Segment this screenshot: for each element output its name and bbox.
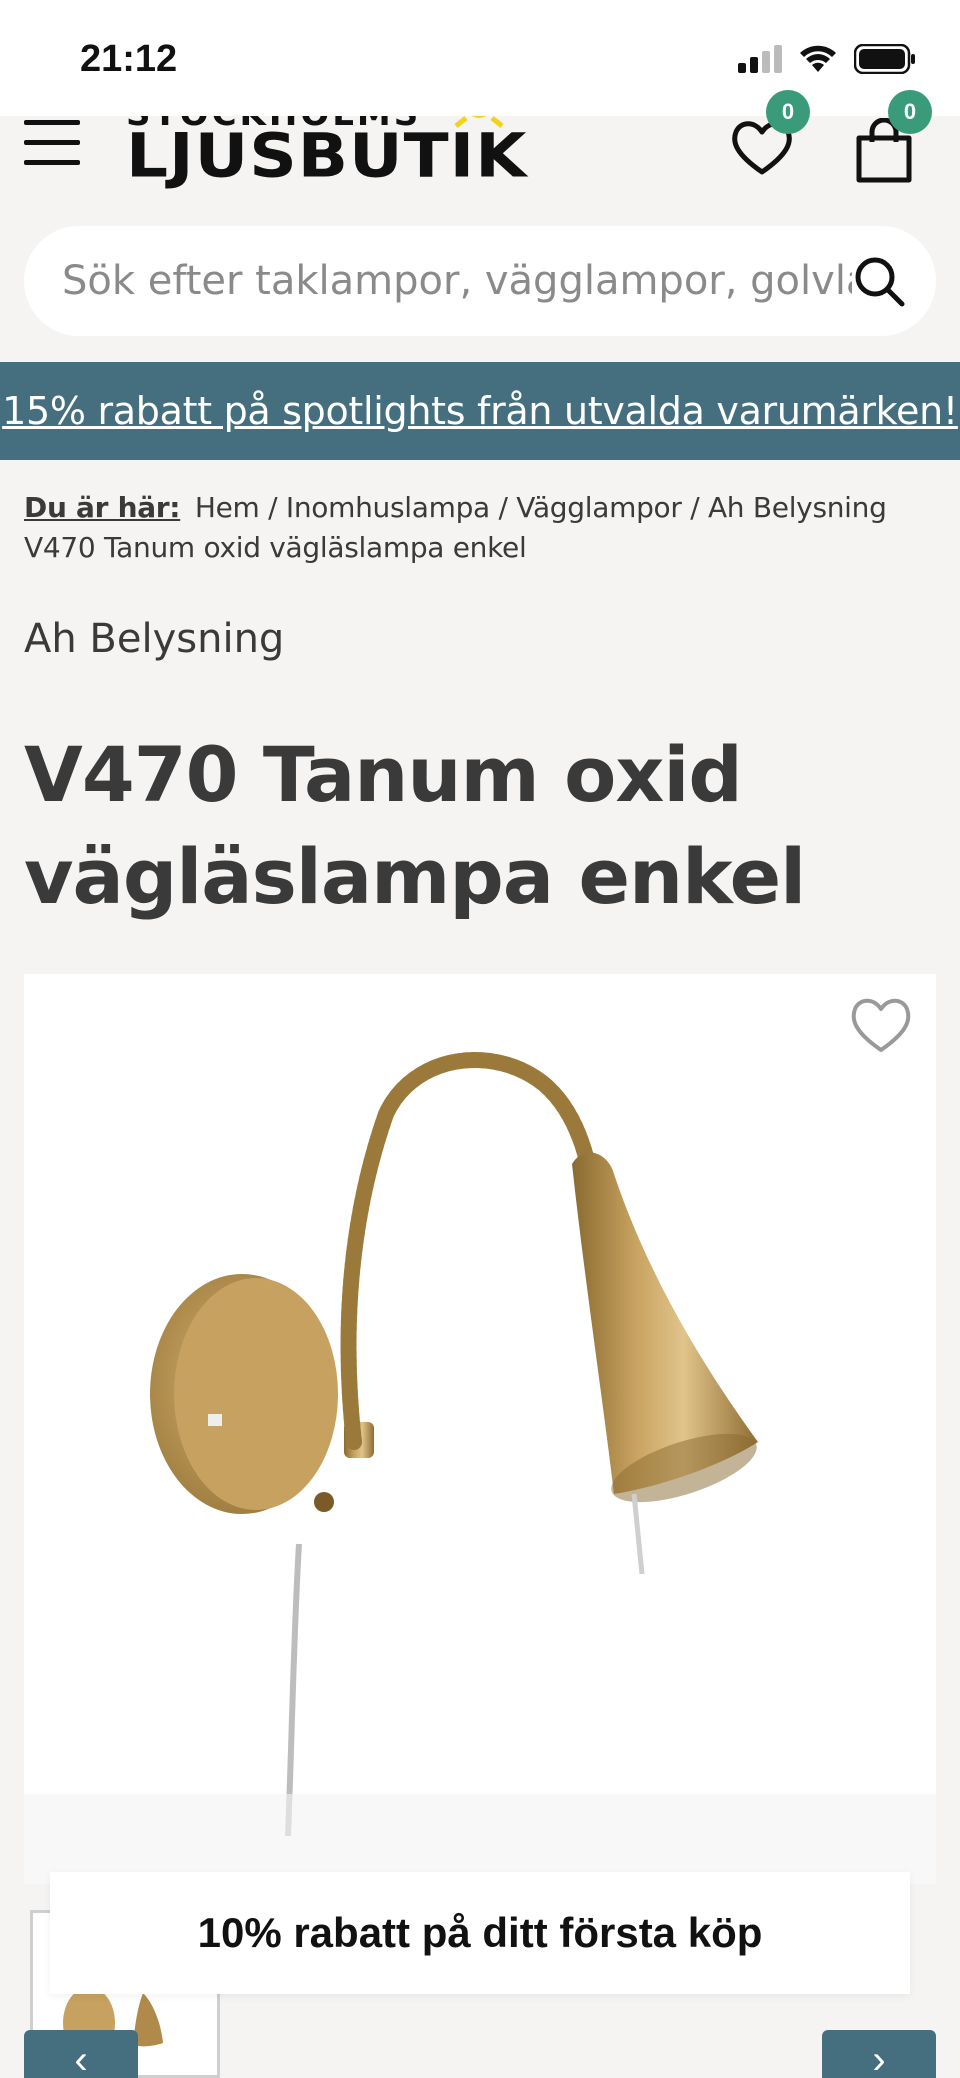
breadcrumb-separator: / [498, 491, 508, 524]
carousel-prev-button[interactable]: ‹ [24, 2030, 138, 2078]
chevron-left-icon: ‹ [74, 2038, 88, 2078]
status-time: 21:12 [80, 38, 178, 80]
search-icon[interactable] [852, 254, 906, 308]
product-title: V470 Tanum oxid vägläslampa enkel [24, 730, 806, 921]
battery-icon [854, 44, 915, 74]
wall-lamp-illustration [24, 1052, 936, 1884]
cellular-signal-icon [738, 45, 782, 73]
discount-banner-text: 10% rabatt på ditt första köp [197, 1909, 763, 1956]
breadcrumb-item-wall-lamps[interactable]: Vägglampor [516, 491, 682, 524]
hamburger-menu-icon[interactable] [24, 120, 80, 176]
breadcrumb-item-brand[interactable]: Ah Belysning [708, 491, 887, 524]
chevron-right-icon: › [872, 2038, 886, 2078]
product-brand[interactable]: Ah Belysning [24, 616, 284, 662]
site-logo[interactable]: STOCKHOLMS LJUSBUTIK [126, 116, 556, 196]
cart-count-badge: 0 [888, 90, 932, 134]
favorites-count-badge: 0 [766, 90, 810, 134]
first-purchase-discount-banner[interactable]: 10% rabatt på ditt första köp [50, 1872, 910, 1994]
search-bar[interactable] [24, 226, 936, 336]
promo-bar: 15% rabatt på spotlights från utvalda va… [0, 362, 960, 460]
product-image[interactable] [24, 974, 936, 1884]
breadcrumb-separator: / [690, 491, 700, 524]
add-to-favorites-icon[interactable] [848, 994, 914, 1054]
promo-link[interactable]: 15% rabatt på spotlights från utvalda va… [2, 389, 958, 433]
carousel-next-button[interactable]: › [822, 2030, 936, 2078]
breadcrumb: Du är här: Hem / Inomhuslampa / Vägglamp… [24, 488, 936, 568]
favorites-button[interactable]: 0 [728, 90, 810, 186]
status-bar: 21:12 [0, 0, 960, 116]
status-icons [738, 44, 916, 74]
breadcrumb-item-current: V470 Tanum oxid vägläslampa enkel [24, 531, 527, 564]
breadcrumb-item-indoor[interactable]: Inomhuslampa [286, 491, 490, 524]
wifi-icon [800, 45, 836, 72]
logo-main-text: LJUSBUTIK [126, 120, 528, 192]
site-header: STOCKHOLMS LJUSBUTIK 0 0 [0, 90, 960, 216]
cart-button[interactable]: 0 [852, 90, 932, 188]
search-input[interactable] [62, 250, 852, 312]
breadcrumb-label: Du är här: [24, 491, 181, 524]
breadcrumb-separator: / [268, 491, 278, 524]
breadcrumb-item-home[interactable]: Hem [195, 491, 260, 524]
